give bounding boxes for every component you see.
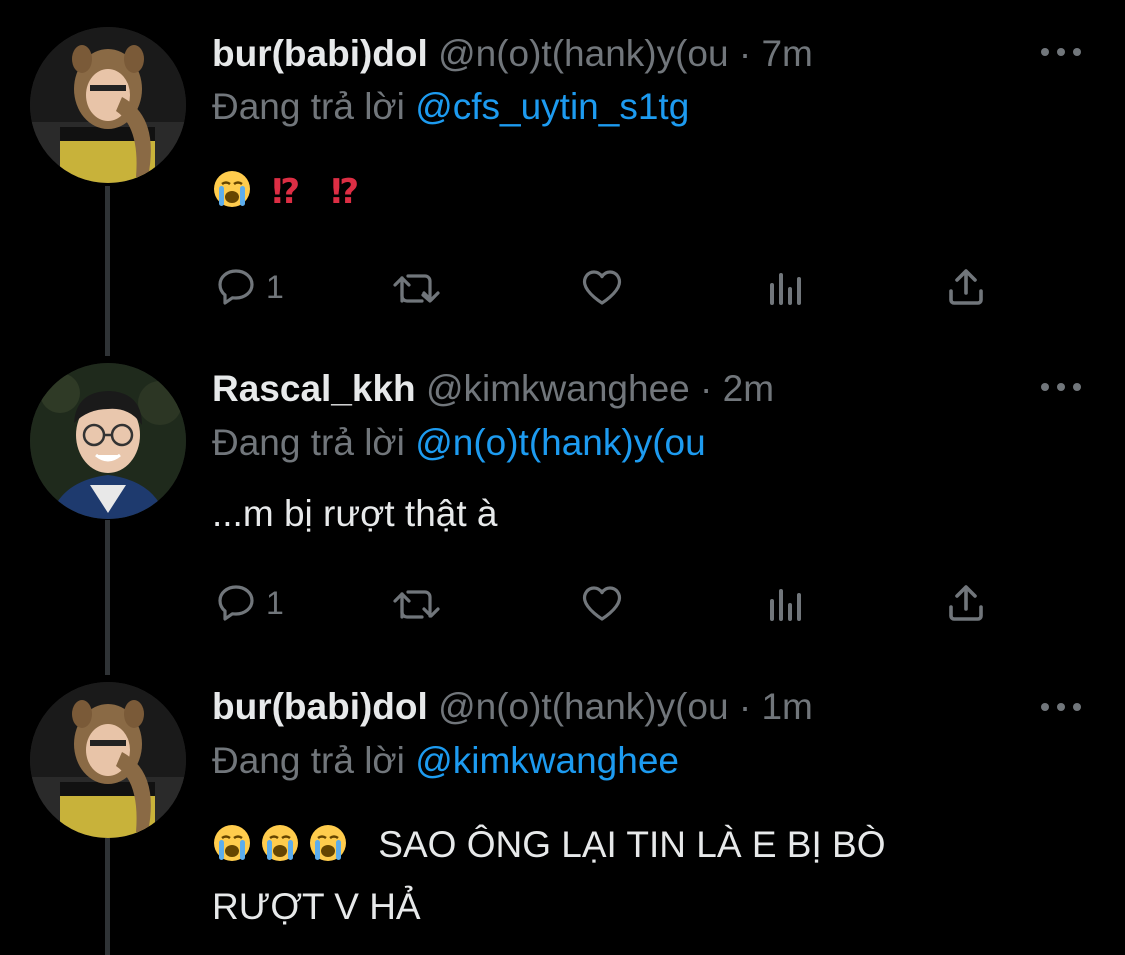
tweet-text-line-1: SAO ÔNG LẠI TIN LÀ E BỊ BÒ: [378, 824, 886, 865]
analytics-icon: [770, 273, 801, 305]
tweet-text-line-2: RƯỢT V HẢ: [212, 886, 421, 927]
timestamp[interactable]: 2m: [723, 368, 774, 409]
avatar[interactable]: [30, 682, 186, 838]
loudly-crying-face-icon: [212, 823, 252, 879]
more-icon[interactable]: [1041, 702, 1081, 712]
reply-button[interactable]: 1: [212, 262, 284, 312]
timestamp[interactable]: 7m: [761, 33, 812, 74]
display-name[interactable]: Rascal_kkh: [212, 368, 416, 409]
reply-target-link[interactable]: @n(o)t(hank)y(ou: [415, 422, 706, 463]
more-icon[interactable]: [1041, 47, 1081, 57]
display-name[interactable]: bur(babi)dol: [212, 686, 428, 727]
reply-prefix: Đang trả lời: [212, 86, 405, 127]
tweet-actions: 1: [212, 578, 1002, 628]
loudly-crying-face-icon: [308, 823, 348, 879]
handle[interactable]: @n(o)t(hank)y(ou: [438, 33, 729, 74]
timestamp[interactable]: 1m: [761, 686, 812, 727]
interrobang-icon: ⁉: [329, 169, 367, 225]
like-icon: [582, 270, 622, 305]
loudly-crying-face-icon: [212, 169, 252, 225]
reply-prefix: Đang trả lời: [212, 422, 405, 463]
reply-target-link[interactable]: @cfs_uytin_s1tg: [415, 86, 689, 127]
share-button[interactable]: [942, 578, 990, 628]
reply-icon: [218, 585, 254, 621]
analytics-button[interactable]: [762, 262, 810, 312]
like-button[interactable]: [578, 578, 626, 628]
tweet[interactable]: bur(babi)dol @n(o)t(hank)y(ou · 1m Đang …: [0, 675, 1125, 955]
reply-prefix: Đang trả lời: [212, 740, 405, 781]
replying-to: Đang trả lời @cfs_uytin_s1tg: [212, 85, 689, 129]
like-button[interactable]: [578, 262, 626, 312]
avatar[interactable]: [30, 363, 186, 519]
tweet-header: bur(babi)dol @n(o)t(hank)y(ou · 7m: [212, 32, 1025, 76]
analytics-icon: [770, 589, 801, 621]
tweet-header: Rascal_kkh @kimkwanghee · 2m: [212, 367, 1025, 411]
share-icon: [949, 585, 983, 621]
tweet-text-line: SAO ÔNG LẠI TIN LÀ E BỊ BÒ: [212, 817, 1005, 879]
share-button[interactable]: [942, 262, 990, 312]
tweet[interactable]: bur(babi)dol @n(o)t(hank)y(ou · 7m Đang …: [0, 0, 1125, 355]
tweet-actions: 1: [212, 262, 1002, 312]
tweet-text: ⁉ ⁉: [212, 163, 1005, 225]
reply-button[interactable]: 1: [212, 578, 284, 628]
share-icon: [949, 269, 983, 305]
reply-icon: [218, 269, 254, 305]
svg-text:⁉: ⁉: [331, 172, 359, 209]
retweet-button[interactable]: [390, 262, 446, 312]
display-name[interactable]: bur(babi)dol: [212, 33, 428, 74]
reply-count: 1: [266, 268, 284, 305]
interrobang-icon: ⁉: [270, 169, 308, 225]
retweet-icon: [393, 590, 440, 619]
tweet[interactable]: Rascal_kkh @kimkwanghee · 2m Đang trả lờ…: [0, 355, 1125, 675]
reply-target-link[interactable]: @kimkwanghee: [415, 740, 679, 781]
retweet-icon: [393, 274, 440, 303]
analytics-button[interactable]: [762, 578, 810, 628]
tweet-text: SAO ÔNG LẠI TIN LÀ E BỊ BÒ RƯỢT V HẢ: [212, 817, 1005, 935]
reply-count: 1: [266, 584, 284, 621]
like-icon: [582, 586, 622, 621]
replying-to: Đang trả lời @kimkwanghee: [212, 739, 679, 783]
separator: ·: [700, 368, 713, 409]
tweet-text: ...m bị rượt thật à: [212, 493, 498, 534]
avatar[interactable]: [30, 27, 186, 183]
replying-to: Đang trả lời @n(o)t(hank)y(ou: [212, 421, 706, 465]
svg-text:⁉: ⁉: [272, 172, 300, 209]
separator: ·: [738, 33, 752, 74]
tweet-header: bur(babi)dol @n(o)t(hank)y(ou · 1m: [212, 685, 1025, 729]
retweet-button[interactable]: [390, 578, 446, 628]
more-icon[interactable]: [1041, 382, 1081, 392]
handle[interactable]: @kimkwanghee: [426, 368, 690, 409]
separator: ·: [738, 686, 752, 727]
handle[interactable]: @n(o)t(hank)y(ou: [438, 686, 729, 727]
loudly-crying-face-icon: [260, 823, 300, 879]
